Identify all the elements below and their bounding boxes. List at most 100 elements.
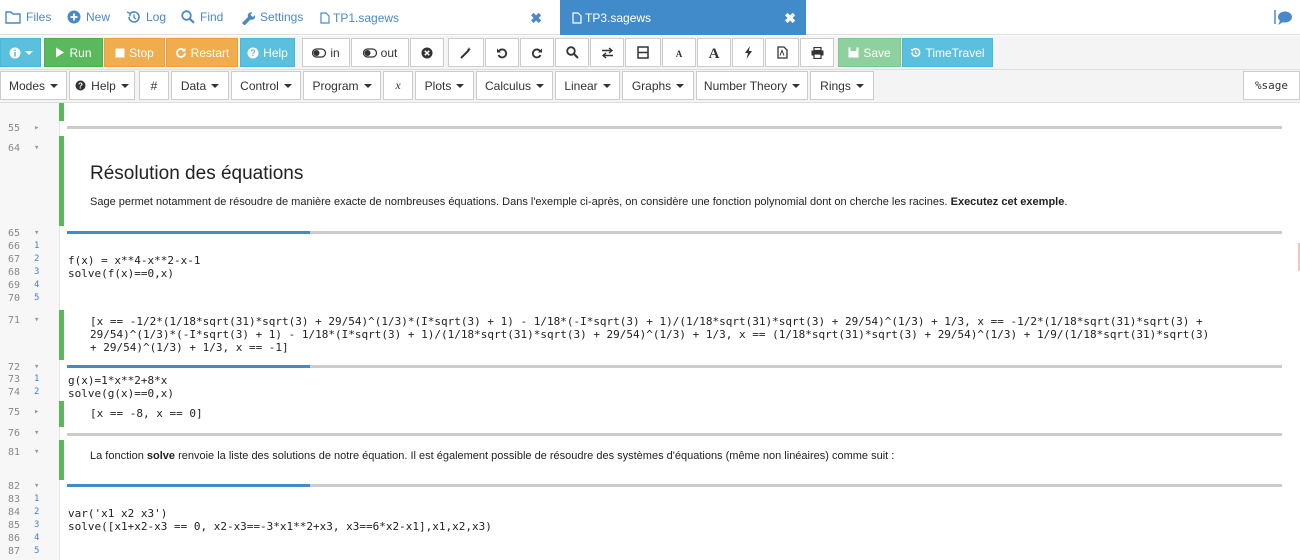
modes-label: Modes <box>8 78 46 93</box>
replace-button[interactable] <box>590 38 624 67</box>
settings-label: Settings <box>260 10 304 24</box>
x-label: x <box>395 78 401 92</box>
timetravel-button[interactable]: TimeTravel <box>902 38 993 67</box>
redo-button[interactable] <box>520 38 554 67</box>
hash-label: # <box>150 78 158 93</box>
log-button[interactable]: Log <box>126 7 166 27</box>
in-label: in <box>330 45 340 60</box>
svg-text:A: A <box>709 46 720 60</box>
stop-button[interactable]: Stop <box>104 38 165 67</box>
chat-icon <box>1274 10 1292 25</box>
calculus-label: Calculus <box>484 78 532 93</box>
worksheet-editor[interactable]: 55 ▸ 64 ▾ Résolution des équations Sage pe… <box>0 103 1300 560</box>
help-button[interactable]: ? Help <box>240 38 295 67</box>
line-number: 69 4 <box>7 280 40 291</box>
rings-menu[interactable]: Rings <box>810 71 874 100</box>
toggle-input-button[interactable]: in <box>302 38 350 67</box>
text2-post: renvoie la liste des solutions de notre … <box>175 450 895 462</box>
graphs-label: Graphs <box>631 78 672 93</box>
bolt-icon <box>744 46 752 59</box>
code-line[interactable]: solve(f(x)==0,x) <box>68 267 174 280</box>
chevron-down-icon <box>676 83 685 88</box>
undo-icon <box>497 48 508 58</box>
play-icon <box>56 47 65 58</box>
delete-output-button[interactable] <box>410 38 444 67</box>
output-line: [x == -8, x == 0] <box>90 407 203 420</box>
bolt-button[interactable] <box>732 38 764 67</box>
line-number: 73 1 <box>7 374 40 385</box>
run-button[interactable]: Run <box>44 38 103 67</box>
tab-tp1[interactable]: TP1.sagews ✖ <box>312 0 552 35</box>
tab-tp3[interactable]: TP3.sagews ✖ <box>560 0 806 35</box>
find-button[interactable]: Find <box>181 7 223 27</box>
file-icon <box>572 11 582 24</box>
undo-button[interactable] <box>485 38 519 67</box>
code-line[interactable]: var('x1 x2 x3') <box>68 507 167 520</box>
intro-text: Sage permet notamment de résoudre de man… <box>90 196 951 208</box>
code-line[interactable]: f(x) = x**4-x**2-x-1 <box>68 254 200 267</box>
chat-button[interactable] <box>1270 6 1294 28</box>
line-number: 74 2 <box>7 387 40 398</box>
pdf-button[interactable] <box>765 38 799 67</box>
number-theory-label: Number Theory <box>703 78 788 93</box>
question-circle-icon: ? <box>75 80 86 91</box>
save-button[interactable]: Save <box>838 38 901 67</box>
print-icon <box>811 46 823 59</box>
font-small-icon: A <box>676 49 683 58</box>
progress-bar <box>67 484 310 487</box>
magic-button[interactable] <box>448 38 484 67</box>
text2-pre: La fonction <box>90 450 147 462</box>
file-icon <box>320 11 330 24</box>
graphs-menu[interactable]: Graphs <box>622 71 694 100</box>
variable-button[interactable]: x <box>383 71 413 100</box>
modes-menu[interactable]: Modes <box>0 71 67 100</box>
times-circle-icon <box>421 47 433 58</box>
settings-button[interactable]: Settings <box>240 7 303 27</box>
intro-paragraph: Sage permet notamment de résoudre de man… <box>90 196 1067 208</box>
chevron-down-icon <box>283 83 292 88</box>
cell-separator <box>67 126 1282 129</box>
history-icon <box>910 47 921 57</box>
control-menu[interactable]: Control <box>231 71 301 100</box>
file-pdf-icon <box>776 46 788 59</box>
code-line[interactable]: g(x)=1*x**2+8*x <box>68 374 167 387</box>
program-menu[interactable]: Program <box>303 71 381 100</box>
linear-menu[interactable]: Linear <box>555 71 620 100</box>
cell-separator <box>67 365 1282 368</box>
cell-marker <box>59 103 64 121</box>
stop-label: Stop <box>129 45 154 60</box>
restart-label: Restart <box>190 45 230 60</box>
rings-label: Rings <box>820 78 851 93</box>
toggle-output-button[interactable]: out <box>351 38 409 67</box>
search-icon <box>181 10 195 24</box>
line-number: 84 2 <box>7 507 40 518</box>
font-decrease-button[interactable]: A <box>662 38 696 67</box>
restart-button[interactable]: Restart <box>166 38 238 67</box>
print-button[interactable] <box>800 38 834 67</box>
data-menu[interactable]: Data <box>171 71 229 100</box>
files-button[interactable]: Files <box>5 7 51 27</box>
search-button[interactable] <box>555 38 589 67</box>
plots-menu[interactable]: Plots <box>415 71 474 100</box>
stop-icon <box>115 48 125 57</box>
folder-icon <box>5 11 21 24</box>
run-label: Run <box>69 45 92 60</box>
chevron-down-icon <box>211 83 220 88</box>
new-button[interactable]: New <box>67 7 110 27</box>
number-theory-menu[interactable]: Number Theory <box>696 71 808 100</box>
line-number: 83 1 <box>7 494 40 505</box>
info-dropdown-button[interactable] <box>0 38 41 67</box>
progress-bar <box>67 231 310 234</box>
save-label: Save <box>863 45 891 60</box>
svg-text:?: ? <box>250 48 256 58</box>
code-line[interactable]: solve([x1+x2-x3 == 0, x2-x3==-3*x1**2+x3… <box>68 520 492 533</box>
exchange-icon <box>601 46 613 59</box>
code-line[interactable]: solve(g(x)==0,x) <box>68 387 174 400</box>
comment-button[interactable]: # <box>139 71 169 100</box>
close-icon[interactable]: ✖ <box>784 10 796 27</box>
help-menu[interactable]: ? Help <box>69 71 135 100</box>
font-increase-button[interactable]: A <box>697 38 731 67</box>
split-view-button[interactable] <box>625 38 661 67</box>
calculus-menu[interactable]: Calculus <box>476 71 553 100</box>
close-icon[interactable]: ✖ <box>530 10 542 27</box>
